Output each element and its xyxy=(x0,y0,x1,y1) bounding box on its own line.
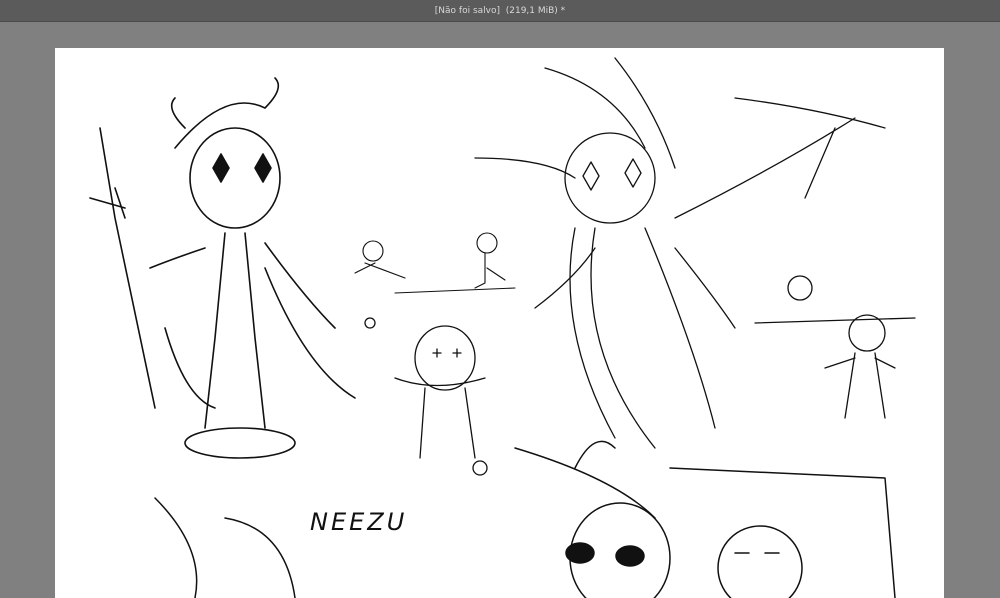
title-bar: [Não foi salvo] (219,1 MiB) * xyxy=(0,0,1000,22)
sketch-bottom-heads xyxy=(154,440,896,598)
sketch-character-staff xyxy=(89,77,356,459)
sketch-character-flying xyxy=(474,57,886,449)
window-title: [Não foi salvo] (219,1 MiB) * xyxy=(434,5,566,16)
sketch-character-middle xyxy=(364,317,488,476)
sketch-lettering: NEEZU xyxy=(310,508,407,536)
drawing-canvas[interactable]: NEEZU xyxy=(55,48,944,598)
sketch-artwork: NEEZU xyxy=(89,57,916,598)
sketch-character-right xyxy=(754,275,916,419)
sketch-small-characters xyxy=(354,232,516,294)
